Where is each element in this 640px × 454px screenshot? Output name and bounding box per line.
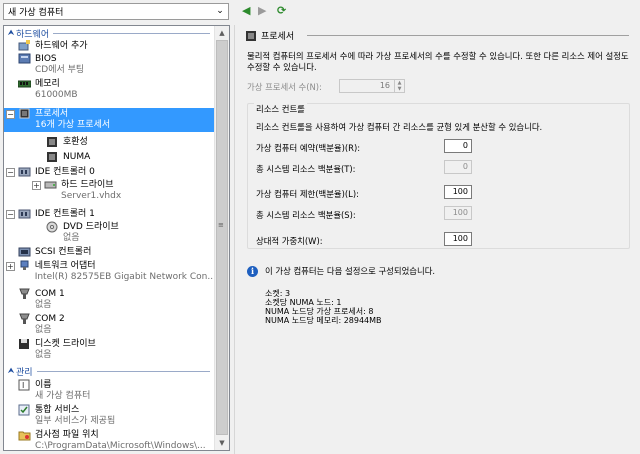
resource-control-group: 리소스 컨트롤 리소스 컨트롤을 사용하여 가상 컴퓨터 간 리소스를 균형 있… xyxy=(247,103,630,249)
tree-item-processor[interactable]: − 프로세서 16개 가상 프로세서 xyxy=(4,108,214,132)
stepper-arrows-icon[interactable]: ▲ ▼ xyxy=(394,80,404,92)
scroll-down-icon[interactable]: ▼ xyxy=(215,436,229,450)
reserve-input[interactable]: 0 xyxy=(444,139,472,153)
tree-item-name[interactable]: I 이름 새 가상 컴퓨터 xyxy=(18,379,228,402)
info-icon: i xyxy=(247,265,258,277)
tree-item-memory[interactable]: 메모리 61000MB xyxy=(18,78,228,101)
settings-tree[interactable]: ⮝ 하드웨어 하드웨어 추가 BIOS CD에서 부팅 메모리 61000MB − … xyxy=(3,25,230,451)
collapse-toggle-icon[interactable]: − xyxy=(6,110,15,119)
chip-icon xyxy=(47,137,57,147)
com-port-icon xyxy=(19,288,30,299)
limit-input[interactable]: 100 xyxy=(444,185,472,199)
section-management[interactable]: ⮝ 관리 xyxy=(4,365,214,377)
ide-controller-icon xyxy=(18,209,31,219)
panel-title: 프로세서 xyxy=(261,32,295,42)
grip-icon: ≡ xyxy=(218,221,224,229)
scroll-thumb[interactable] xyxy=(216,40,228,435)
tree-item-bios[interactable]: BIOS CD에서 부팅 xyxy=(18,53,228,76)
tree-item-hard-drive[interactable]: + 하드 드라이브 Server1.vhdx xyxy=(32,179,229,202)
vp-count-stepper[interactable]: 16 ▲ ▼ xyxy=(339,79,405,93)
integration-services-icon xyxy=(18,404,30,416)
collapse-toggle-icon[interactable]: − xyxy=(6,168,15,177)
name-icon: I xyxy=(18,379,30,391)
chevron-down-icon[interactable]: ⌄ xyxy=(214,5,226,18)
refresh-icon[interactable]: ⟳ xyxy=(277,4,286,17)
tree-item-numa[interactable]: NUMA xyxy=(46,151,229,163)
group-title: 리소스 컨트롤 xyxy=(254,103,307,115)
processor-icon xyxy=(19,108,30,119)
svg-text:I: I xyxy=(22,381,24,390)
tree-item-ide1[interactable]: − IDE 컨트롤러 1 xyxy=(4,208,214,220)
bios-icon xyxy=(18,53,31,64)
limit-total-label: 총 시스템 리소스 백분율(S): xyxy=(256,210,356,220)
tree-scrollbar[interactable]: ▲ ≡ ▼ xyxy=(214,26,229,450)
group-description: 리소스 컨트롤을 사용하여 가상 컴퓨터 간 리소스를 균형 있게 분산할 수 … xyxy=(256,122,543,132)
tree-item-network[interactable]: + 네트워크 어댑터 Intel(R) 82575EB Gigabit Netwo… xyxy=(4,260,214,283)
tree-item-compat[interactable]: 호환성 xyxy=(46,136,229,148)
scroll-up-icon[interactable]: ▲ xyxy=(215,26,229,40)
scsi-controller-icon xyxy=(18,247,31,257)
forward-icon[interactable]: ▶ xyxy=(258,4,266,17)
network-adapter-icon xyxy=(20,260,29,270)
collapse-toggle-icon[interactable]: − xyxy=(6,210,15,219)
info-note: i 이 가상 컴퓨터는 다음 설정으로 구성되었습니다. xyxy=(247,265,435,277)
vp-count-label: 가상 프로세서 수(N): xyxy=(247,82,322,92)
section-hardware[interactable]: ⮝ 하드웨어 xyxy=(4,27,214,39)
tree-item-com1[interactable]: COM 1 없음 xyxy=(18,288,228,311)
collapse-icon[interactable]: ⮝ xyxy=(6,366,16,376)
tree-item-floppy[interactable]: 디스켓 드라이브 없음 xyxy=(18,338,228,361)
ide-controller-icon xyxy=(18,167,31,177)
limit-label: 가상 컴퓨터 제한(백분율)(L): xyxy=(256,189,359,199)
hard-drive-icon xyxy=(44,181,57,189)
vm-selector[interactable]: 새 가상 컴퓨터 ⌄ xyxy=(3,3,229,20)
tree-item-dvd[interactable]: DVD 드라이브 없음 xyxy=(46,221,229,244)
reserve-total-field: 0 xyxy=(444,160,472,174)
tree-item-integration[interactable]: 통합 서비스 일부 서비스가 제공됨 xyxy=(18,404,228,427)
back-icon[interactable]: ◀ xyxy=(242,4,250,17)
weight-input[interactable]: 100 xyxy=(444,232,472,246)
weight-label: 상대적 가중치(W): xyxy=(256,236,323,246)
expand-toggle-icon[interactable]: + xyxy=(6,262,15,271)
reserve-total-label: 총 시스템 리소스 백분율(T): xyxy=(256,164,356,174)
chip-icon xyxy=(47,152,57,162)
reserve-label: 가상 컴퓨터 예약(백분율)(R): xyxy=(256,143,361,153)
settings-panel: 프로세서 물리적 컴퓨터의 프로세서 수에 따라 가상 프로세서의 수를 수정할… xyxy=(234,25,640,454)
expand-toggle-icon[interactable]: + xyxy=(32,181,41,190)
vm-selector-value: 새 가상 컴퓨터 xyxy=(8,8,64,18)
processor-icon xyxy=(246,30,256,41)
panel-header: 프로세서 xyxy=(245,29,294,42)
collapse-icon[interactable]: ⮝ xyxy=(6,28,16,38)
toolbar: ◀ ▶ ⟳ xyxy=(234,0,640,22)
tree-item-add-hardware[interactable]: 하드웨어 추가 xyxy=(18,40,228,52)
tree-item-com2[interactable]: COM 2 없음 xyxy=(18,313,228,336)
panel-description: 물리적 컴퓨터의 프로세서 수에 따라 가상 프로세서의 수를 수정할 수 있습… xyxy=(247,51,629,72)
checkpoint-folder-icon xyxy=(18,431,31,441)
add-hardware-icon xyxy=(18,40,30,51)
floppy-icon xyxy=(19,339,29,349)
divider xyxy=(307,35,629,36)
dvd-drive-icon xyxy=(46,221,58,233)
com-port-icon xyxy=(19,313,30,324)
memory-icon xyxy=(18,80,31,88)
config-summary: 소켓: 3 소켓당 NUMA 노드: 1 NUMA 노드당 가상 프로세서: 8… xyxy=(265,289,382,325)
tree-item-checkpoint[interactable]: 검사점 파일 위치 C:\ProgramData\Microsoft\Window… xyxy=(18,429,228,450)
limit-total-field: 100 xyxy=(444,206,472,220)
tree-item-scsi[interactable]: SCSI 컨트롤러 xyxy=(18,246,228,258)
tree-item-ide0[interactable]: − IDE 컨트롤러 0 xyxy=(4,166,214,178)
